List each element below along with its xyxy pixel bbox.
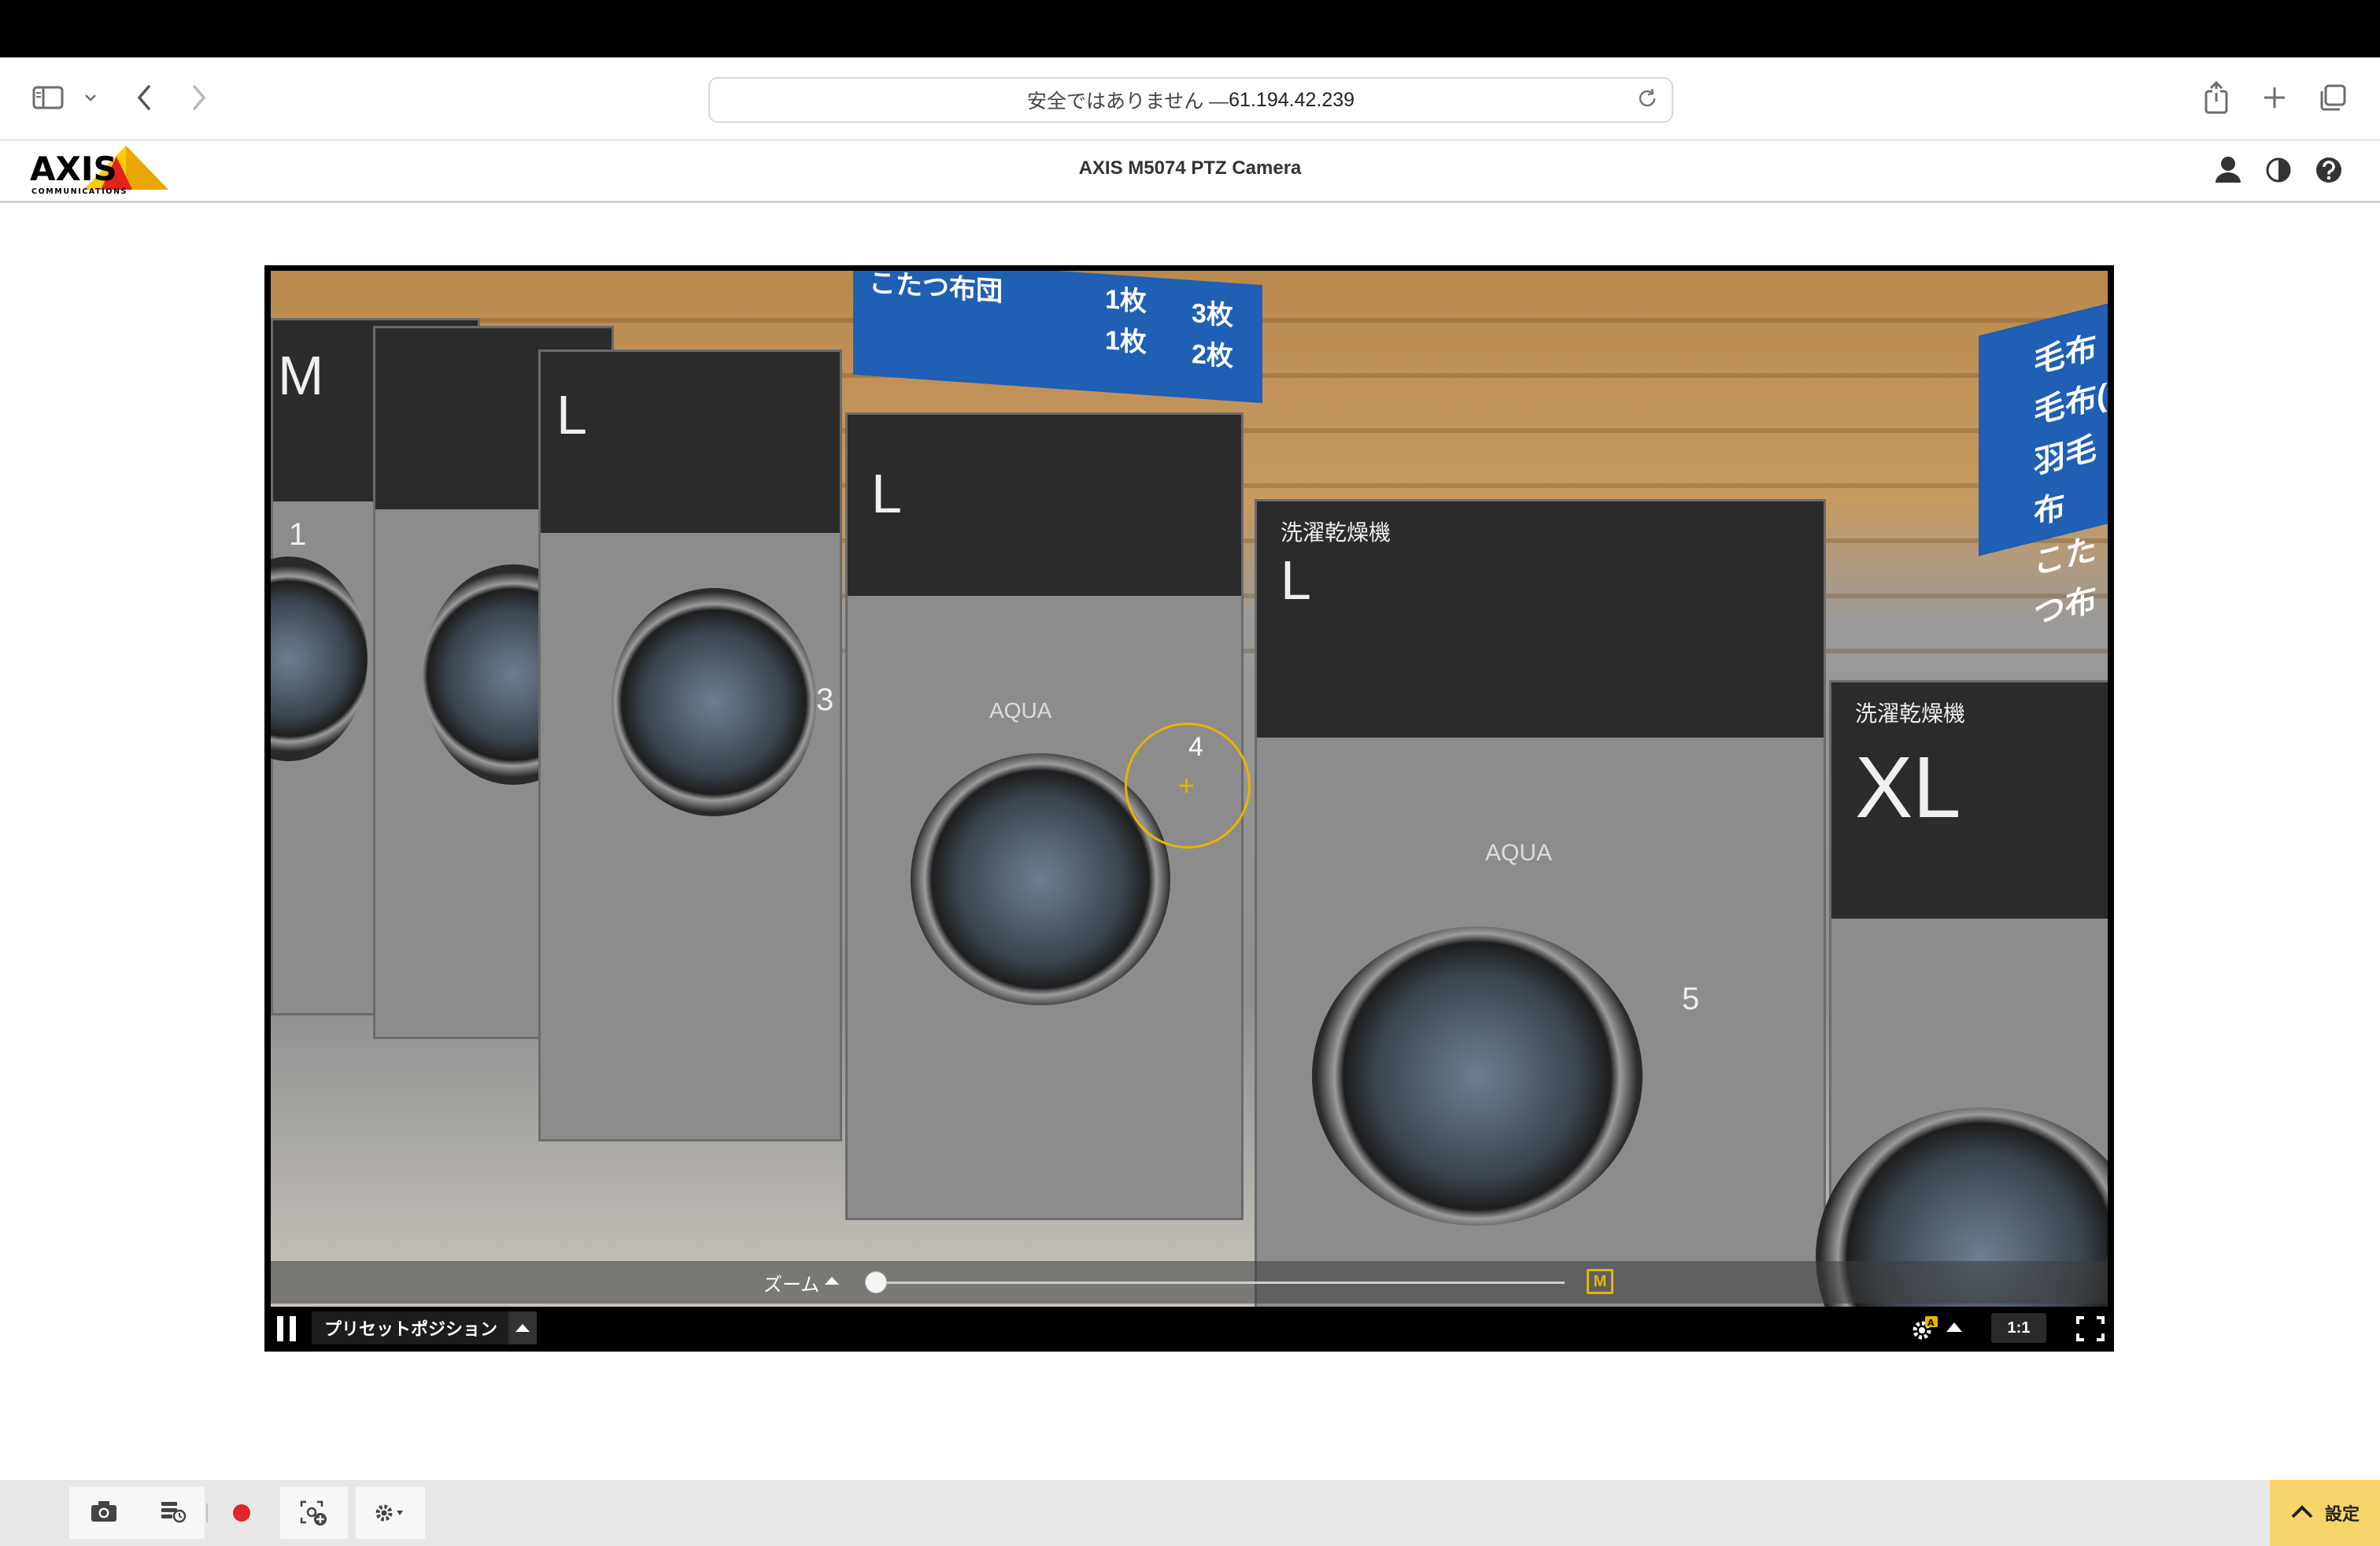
sidebar-toggle-icon[interactable] [30,83,66,112]
camera-snapshot-icon[interactable] [90,1500,118,1527]
autotracking-gear-icon[interactable]: A [1909,1315,1941,1343]
preset-position-button[interactable]: プリセットポジション [312,1311,537,1344]
crosshair-icon: + [1178,769,1196,801]
price-sign: こたつ布団 1枚 3枚 1枚 2枚 [853,271,1262,404]
sign-heading: こたつ布団 [869,271,1003,308]
video-control-bar [271,1307,2108,1348]
page-title: AXIS M5074 PTZ Camera [1078,157,1302,179]
address-security-text: 安全ではありません — [1026,91,1229,113]
settings-button[interactable]: 設定 [2270,1480,2380,1546]
sign-row1-right: 3枚 [1192,298,1233,331]
help-icon[interactable] [2314,154,2344,186]
pause-icon[interactable] [277,1316,301,1341]
ptz-marker-number: 4 [1188,732,1203,762]
add-view-area-button[interactable] [280,1487,348,1539]
blanket-sign: 毛布 毛布( 羽毛布 こたつ布 [1979,300,2108,632]
window-top-strip [0,0,2380,57]
sign-row2-right: 2枚 [1192,338,1233,372]
contrast-icon[interactable] [2264,154,2293,186]
logo-subtext: COMMUNICATIONS [31,187,128,196]
stream-settings-button[interactable] [356,1487,425,1539]
zoom-label: ズーム [763,1274,820,1296]
snapshot-record-group [69,1487,205,1539]
fullscreen-icon[interactable] [2075,1315,2106,1343]
record-button[interactable] [214,1487,269,1539]
new-tab-icon[interactable] [2259,82,2290,113]
zoom-slider-handle[interactable] [865,1271,887,1293]
zoom-mode-badge[interactable]: M [1587,1269,1613,1294]
toolbar-divider [206,1503,208,1522]
right-sign-line: こたつ布 [2034,531,2097,632]
sign-row1-left: 1枚 [1105,284,1147,317]
settings-label: 設定 [2324,1504,2360,1524]
zoom-slider-track[interactable] [875,1282,1565,1284]
caret-up-icon[interactable] [508,1311,537,1344]
address-host: 61.194.42.239 [1229,88,1355,111]
preset-label: プリセットポジション [324,1319,498,1339]
washer-3: L 3 [538,350,842,1141]
svg-text:A: A [1927,1318,1935,1328]
caret-up-icon[interactable] [824,1275,840,1290]
address-bar[interactable]: 安全ではありません — 61.194.42.239 [708,77,1673,123]
reload-icon[interactable] [1635,87,1659,116]
washer-xl: 洗濯乾燥機 XL [1816,680,2108,1307]
caret-up-icon[interactable] [1946,1321,1963,1337]
chevron-down-icon[interactable] [82,88,99,107]
sign-row2-left: 1枚 [1105,325,1147,358]
chevron-up-icon [2290,1503,2314,1523]
tab-overview-icon[interactable] [2317,82,2349,113]
recording-storage-icon[interactable] [159,1499,187,1528]
forward-icon[interactable] [187,82,211,113]
back-icon[interactable] [132,82,156,113]
aspect-ratio-button[interactable]: 1:1 [1991,1313,2046,1343]
user-icon[interactable] [2213,154,2243,186]
washer-5: 洗濯乾燥機 L 5 AQUA [1255,499,1826,1307]
share-icon[interactable] [2201,79,2232,117]
right-sign-line: 羽毛布 [2034,431,2097,531]
